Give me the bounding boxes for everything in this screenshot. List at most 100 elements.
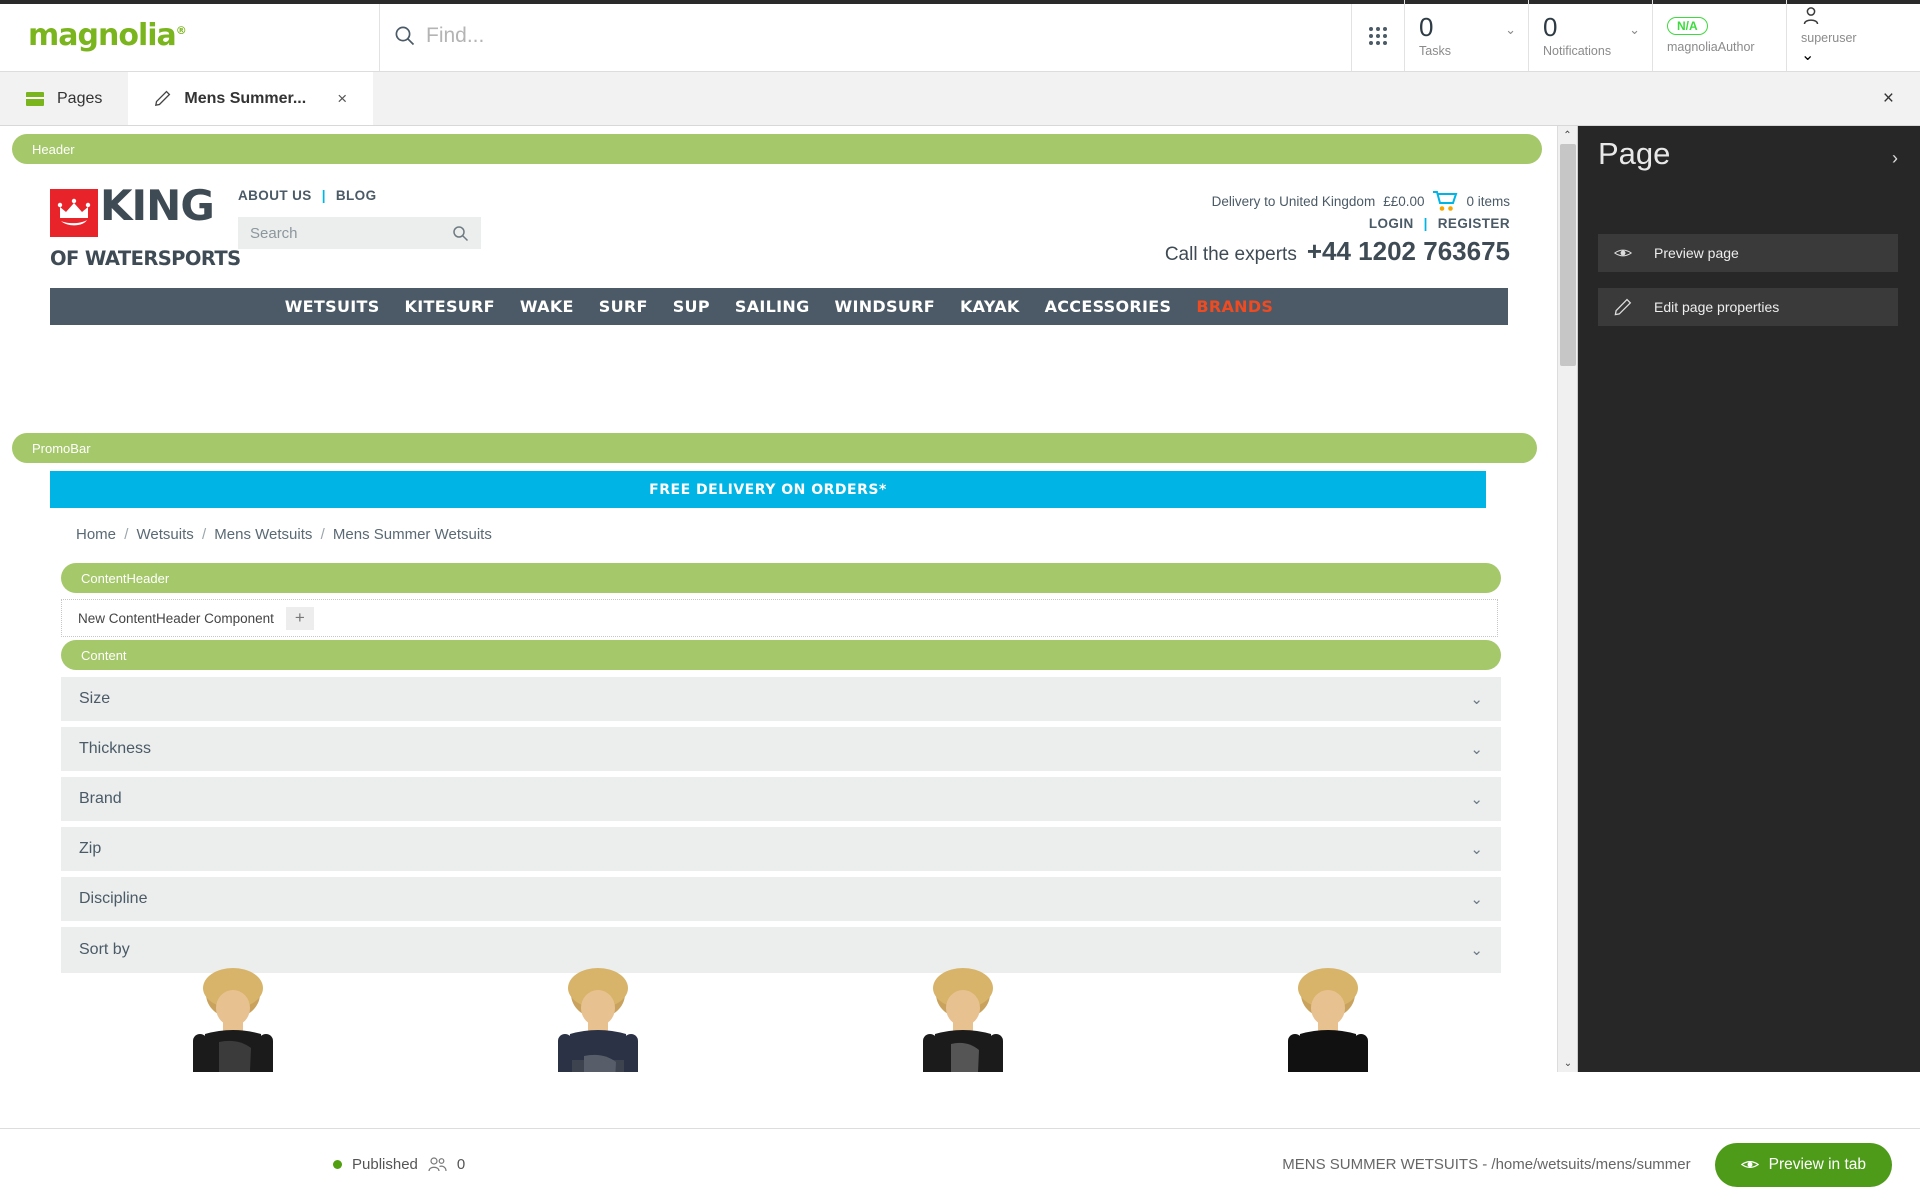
search-icon xyxy=(395,26,415,45)
add-icon[interactable]: + xyxy=(285,606,314,630)
link-register[interactable]: REGISTER xyxy=(1438,216,1510,231)
preview-page-action[interactable]: Preview page xyxy=(1598,234,1898,272)
scroll-down-icon[interactable]: ⌄ xyxy=(1558,1054,1577,1072)
wetsuit-figure xyxy=(192,968,273,1072)
cart-icon[interactable] xyxy=(1432,190,1458,212)
filter-row-thickness[interactable]: Thickness ⌄ xyxy=(61,727,1501,771)
instance-label: magnoliaAuthor xyxy=(1667,40,1755,54)
edit-page-properties-action[interactable]: Edit page properties xyxy=(1598,288,1898,326)
status-bar: Published 0 MENS SUMMER WETSUITS - /home… xyxy=(0,1128,1920,1200)
filter-label: Zip xyxy=(79,840,102,857)
global-find-field[interactable] xyxy=(380,0,1352,71)
tab-bar: Pages Mens Summer... × × xyxy=(0,72,1920,126)
nav-item-brands[interactable]: BRANDS xyxy=(1196,297,1273,316)
instance-indicator[interactable]: N/A magnoliaAuthor xyxy=(1652,0,1786,71)
area-bar-header[interactable]: Header xyxy=(12,134,1542,164)
tasks-indicator[interactable]: 0 Tasks ⌄ xyxy=(1404,0,1528,71)
wetsuit-figure xyxy=(557,968,638,1072)
page-preview: Header KING OF WATERSPORTS ABOUT US | BL… xyxy=(0,126,1578,1072)
filter-row-zip[interactable]: Zip ⌄ xyxy=(61,827,1501,871)
chevron-down-icon: ⌄ xyxy=(1629,22,1640,37)
chevron-down-icon: ⌄ xyxy=(1470,841,1483,858)
user-menu[interactable]: superuser ⌄ xyxy=(1786,0,1920,71)
apps-launcher-button[interactable] xyxy=(1352,0,1404,71)
area-bar-content-label: Content xyxy=(81,647,127,663)
registered-mark: ® xyxy=(175,24,187,37)
close-icon[interactable]: × xyxy=(337,89,347,109)
nav-item-wetsuits[interactable]: WETSUITS xyxy=(285,297,380,316)
magnifier-icon[interactable] xyxy=(452,225,469,242)
tab-mens-summer[interactable]: Mens Summer... × xyxy=(128,72,374,125)
nav-item-kayak[interactable]: KAYAK xyxy=(960,297,1020,316)
preview-scrollbar[interactable]: ⌃ ⌄ xyxy=(1557,126,1577,1072)
status-dot-icon xyxy=(333,1160,342,1169)
page-panel-title: Page xyxy=(1598,136,1671,171)
promo-strip: FREE DELIVERY ON ORDERS* xyxy=(50,471,1486,508)
area-bar-header-label: Header xyxy=(32,141,75,157)
site-search-input[interactable] xyxy=(250,224,450,242)
link-blog[interactable]: BLOG xyxy=(336,188,377,203)
chevron-right-icon[interactable]: › xyxy=(1892,148,1898,169)
nav-item-sailing[interactable]: SAILING xyxy=(735,297,810,316)
product-card[interactable] xyxy=(1145,946,1510,1072)
nav-item-surf[interactable]: SURF xyxy=(599,297,648,316)
edit-page-properties-label: Edit page properties xyxy=(1654,299,1780,315)
new-contentheader-component[interactable]: New ContentHeader Component + xyxy=(61,599,1498,637)
wetsuit-figure xyxy=(922,968,1003,1072)
nav-item-sup[interactable]: SUP xyxy=(673,297,710,316)
tab-pages-label: Pages xyxy=(57,89,103,107)
filter-label: Thickness xyxy=(79,740,152,757)
link-about-us[interactable]: ABOUT US xyxy=(238,188,312,203)
filter-row-brand[interactable]: Brand ⌄ xyxy=(61,777,1501,821)
breadcrumb-item-home[interactable]: Home xyxy=(76,526,116,543)
nav-item-windsurf[interactable]: WINDSURF xyxy=(835,297,935,316)
delivery-info: Delivery to United Kingdom ££0.00 0 item… xyxy=(1212,190,1510,212)
scroll-up-icon[interactable]: ⌃ xyxy=(1558,126,1577,144)
main-area: Header KING OF WATERSPORTS ABOUT US | BL… xyxy=(0,126,1920,1072)
preview-in-tab-button[interactable]: Preview in tab xyxy=(1714,1142,1892,1187)
chevron-down-icon: ⌄ xyxy=(1470,741,1483,758)
breadcrumb-separator: / xyxy=(201,526,207,543)
link-login[interactable]: LOGIN xyxy=(1369,216,1414,231)
breadcrumb-item-current: Mens Summer Wetsuits xyxy=(332,526,492,543)
scrollbar-thumb[interactable] xyxy=(1560,144,1576,366)
area-bar-content[interactable]: Content xyxy=(61,640,1501,670)
nav-item-accessories[interactable]: ACCESSORIES xyxy=(1045,297,1172,316)
product-card[interactable] xyxy=(415,946,780,1072)
call-number[interactable]: +44 1202 763675 xyxy=(1307,236,1510,267)
breadcrumb-separator: / xyxy=(320,526,325,543)
chevron-down-icon: ⌄ xyxy=(1470,691,1483,708)
filter-label: Size xyxy=(79,690,111,707)
page-path: MENS SUMMER WETSUITS - /home/wetsuits/me… xyxy=(1282,1156,1691,1173)
pages-icon xyxy=(26,91,44,106)
kow-logo[interactable]: KING xyxy=(50,184,215,237)
breadcrumb-item-mens-wetsuits[interactable]: Mens Wetsuits xyxy=(214,526,312,543)
new-component-label: New ContentHeader Component xyxy=(78,610,274,626)
site-main-nav: WETSUITS KITESURF WAKE SURF SUP SAILING … xyxy=(50,288,1508,325)
filter-row-size[interactable]: Size ⌄ xyxy=(61,677,1501,721)
product-card[interactable] xyxy=(780,946,1145,1072)
find-input[interactable] xyxy=(426,23,1288,48)
tasks-label: Tasks xyxy=(1419,43,1451,58)
preview-page-label: Preview page xyxy=(1654,245,1739,261)
notifications-indicator[interactable]: 0 Notifications ⌄ xyxy=(1528,0,1652,71)
close-all-icon[interactable]: × xyxy=(1857,72,1920,125)
preview-in-tab-label: Preview in tab xyxy=(1768,1155,1866,1173)
area-bar-promobar[interactable]: PromoBar xyxy=(12,433,1537,463)
status-badge: N/A xyxy=(1667,17,1708,35)
users-count: 0 xyxy=(456,1156,466,1173)
magnolia-logo[interactable]: magnolia® xyxy=(0,0,380,71)
chevron-down-icon: ⌄ xyxy=(1505,22,1516,37)
nav-item-kitesurf[interactable]: KITESURF xyxy=(405,297,495,316)
product-card[interactable] xyxy=(50,946,415,1072)
site-search-box[interactable] xyxy=(238,217,481,249)
delivery-price: ££0.00 xyxy=(1383,193,1425,209)
nav-item-wake[interactable]: WAKE xyxy=(520,297,574,316)
area-bar-contentheader[interactable]: ContentHeader xyxy=(61,563,1501,593)
filter-row-discipline[interactable]: Discipline ⌄ xyxy=(61,877,1501,921)
crown-icon xyxy=(50,189,98,237)
breadcrumb-item-wetsuits[interactable]: Wetsuits xyxy=(137,526,194,543)
product-grid xyxy=(50,946,1510,1072)
tab-pages[interactable]: Pages xyxy=(0,72,129,125)
tab-mens-summer-label: Mens Summer... xyxy=(184,89,307,107)
